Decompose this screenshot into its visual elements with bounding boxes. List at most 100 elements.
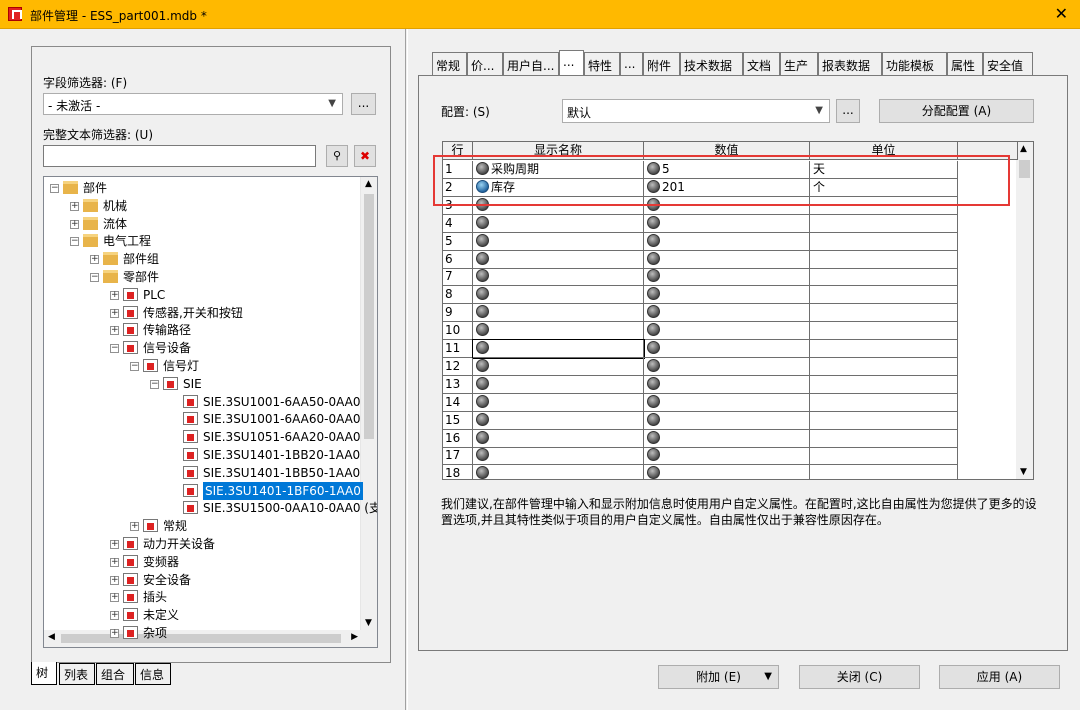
grid-cell[interactable]: 5 [443,232,473,251]
grid-scroll-thumb[interactable] [1019,160,1030,178]
tree-item[interactable]: − 部件 [44,179,362,197]
grid-cell[interactable] [644,411,810,430]
grid-cell[interactable] [810,286,958,305]
grid-cell[interactable] [644,250,810,269]
tab-property[interactable]: 价... [467,52,503,76]
expand-icon[interactable]: + [70,201,79,211]
tab-tree[interactable]: 树 [31,662,57,685]
tree-item[interactable]: + 机械 [44,197,362,215]
expand-icon[interactable]: + [70,219,79,229]
grid-cell[interactable] [644,465,810,479]
tab-property[interactable]: 用户自... [503,52,559,76]
tab-property[interactable]: 报表数据 [818,52,882,76]
tree-item[interactable]: − 信号设备 [44,339,362,357]
tab-property[interactable]: 常规 [432,52,467,76]
expand-icon[interactable]: + [90,255,99,265]
grid-cell[interactable] [473,214,644,233]
tree-item[interactable]: + 动力开关设备 [44,535,362,553]
expand-icon[interactable]: + [110,290,119,300]
assign-config-button[interactable]: 分配配置 (A) [879,99,1034,123]
grid-cell[interactable] [810,447,958,466]
grid-cell[interactable] [473,286,644,305]
field-filter-more-button[interactable]: ... [351,93,376,115]
grid-cell[interactable] [473,429,644,448]
grid-cell[interactable]: 6 [443,250,473,269]
tree-item[interactable]: + PLC [44,286,362,304]
grid-cell[interactable]: 13 [443,375,473,394]
tree-item[interactable]: + 常规 [44,517,362,535]
expand-icon[interactable]: + [110,629,119,638]
grid-cell[interactable] [473,465,644,479]
grid-cell[interactable] [810,232,958,251]
tab-info[interactable]: 信息 [135,663,171,685]
tree-item[interactable]: SIE.3SU1001-6AA50-0AA0 [44,393,362,411]
expand-icon[interactable]: + [110,575,119,585]
grid-cell[interactable]: 16 [443,429,473,448]
grid-cell[interactable] [644,268,810,287]
expand-icon[interactable]: + [110,326,119,336]
tree-item[interactable]: + 安全设备 [44,571,362,589]
grid-cell[interactable] [810,304,958,323]
grid-cell[interactable]: 4 [443,214,473,233]
tab-property[interactable]: 生产 [780,52,818,76]
tree-item[interactable]: SIE.3SU1500-0AA10-0AA0 (支 [44,499,377,517]
parts-tree[interactable]: ▲ ▼ ◀ ▶ − 部件 + 机械 + 流体 − 电气工程 + 部件组 − 零部件 + PLC + 传感器,开… [43,176,378,648]
tree-scroll-thumb[interactable] [364,194,374,439]
tree-item[interactable]: − 零部件 [44,268,362,286]
tree-vertical-scrollbar[interactable]: ▲ ▼ [360,177,377,647]
tree-item[interactable]: − 信号灯 [44,357,362,375]
grid-cell[interactable] [473,250,644,269]
grid-cell[interactable] [644,447,810,466]
grid-cell[interactable]: 14 [443,393,473,412]
tab-property[interactable]: 功能模板 [882,52,947,76]
grid-cell[interactable]: 12 [443,357,473,376]
grid-cell[interactable]: 10 [443,322,473,341]
scroll-up-icon[interactable]: ▲ [1020,144,1027,154]
grid-cell[interactable] [810,268,958,287]
tree-item[interactable]: + 插头 [44,588,362,606]
grid-cell[interactable] [644,429,810,448]
grid-cell[interactable] [473,232,644,251]
tab-property[interactable]: 附件 [643,52,680,76]
grid-cell[interactable] [473,447,644,466]
grid-cell[interactable] [644,214,810,233]
apply-button[interactable]: 应用 (A) [939,665,1060,689]
fulltext-filter-input[interactable] [43,145,316,167]
tree-item[interactable]: + 变频器 [44,553,362,571]
grid-cell[interactable]: 9 [443,304,473,323]
collapse-icon[interactable]: − [130,362,139,371]
expand-icon[interactable]: + [110,593,119,603]
grid-cell[interactable] [810,393,958,412]
tab-property[interactable]: 文档 [743,52,780,76]
tab-property[interactable]: 技术数据 [680,52,743,76]
panel-splitter[interactable] [405,29,408,710]
grid-cell[interactable] [473,322,644,341]
config-select[interactable]: 默认 ▼ [562,99,830,123]
grid-cell[interactable] [644,340,810,358]
grid-cell[interactable] [810,411,958,430]
close-window-icon[interactable]: ✕ [1055,4,1068,23]
scroll-down-icon[interactable]: ▼ [365,618,372,628]
grid-cell[interactable] [810,250,958,269]
tree-item[interactable]: SIE.3SU1401-1BB50-1AA0 [44,464,362,482]
grid-cell[interactable]: 8 [443,286,473,305]
grid-cell[interactable] [644,393,810,412]
tree-item[interactable]: − SIE [44,375,362,393]
scroll-down-icon[interactable]: ▼ [1020,467,1027,477]
grid-cell[interactable] [810,357,958,376]
grid-cell[interactable]: 7 [443,268,473,287]
clear-filter-icon[interactable]: ✖ [354,145,376,167]
tree-item[interactable]: + 杂项 [44,624,362,642]
tab-property[interactable]: ... [559,50,584,76]
grid-cell[interactable] [644,375,810,394]
grid-cell[interactable] [473,357,644,376]
field-filter-select[interactable]: - 未激活 - ▼ [43,93,343,115]
scroll-up-icon[interactable]: ▲ [365,179,372,189]
grid-cell[interactable] [810,429,958,448]
extra-button[interactable]: 附加 (E) ▼ [658,665,779,689]
tab-group[interactable]: 组合 [96,663,134,685]
expand-icon[interactable]: + [110,540,119,549]
tree-item[interactable]: SIE.3SU1401-1BF60-1AA0 [44,481,363,500]
grid-cell[interactable]: 17 [443,447,473,466]
grid-cell[interactable] [644,357,810,376]
